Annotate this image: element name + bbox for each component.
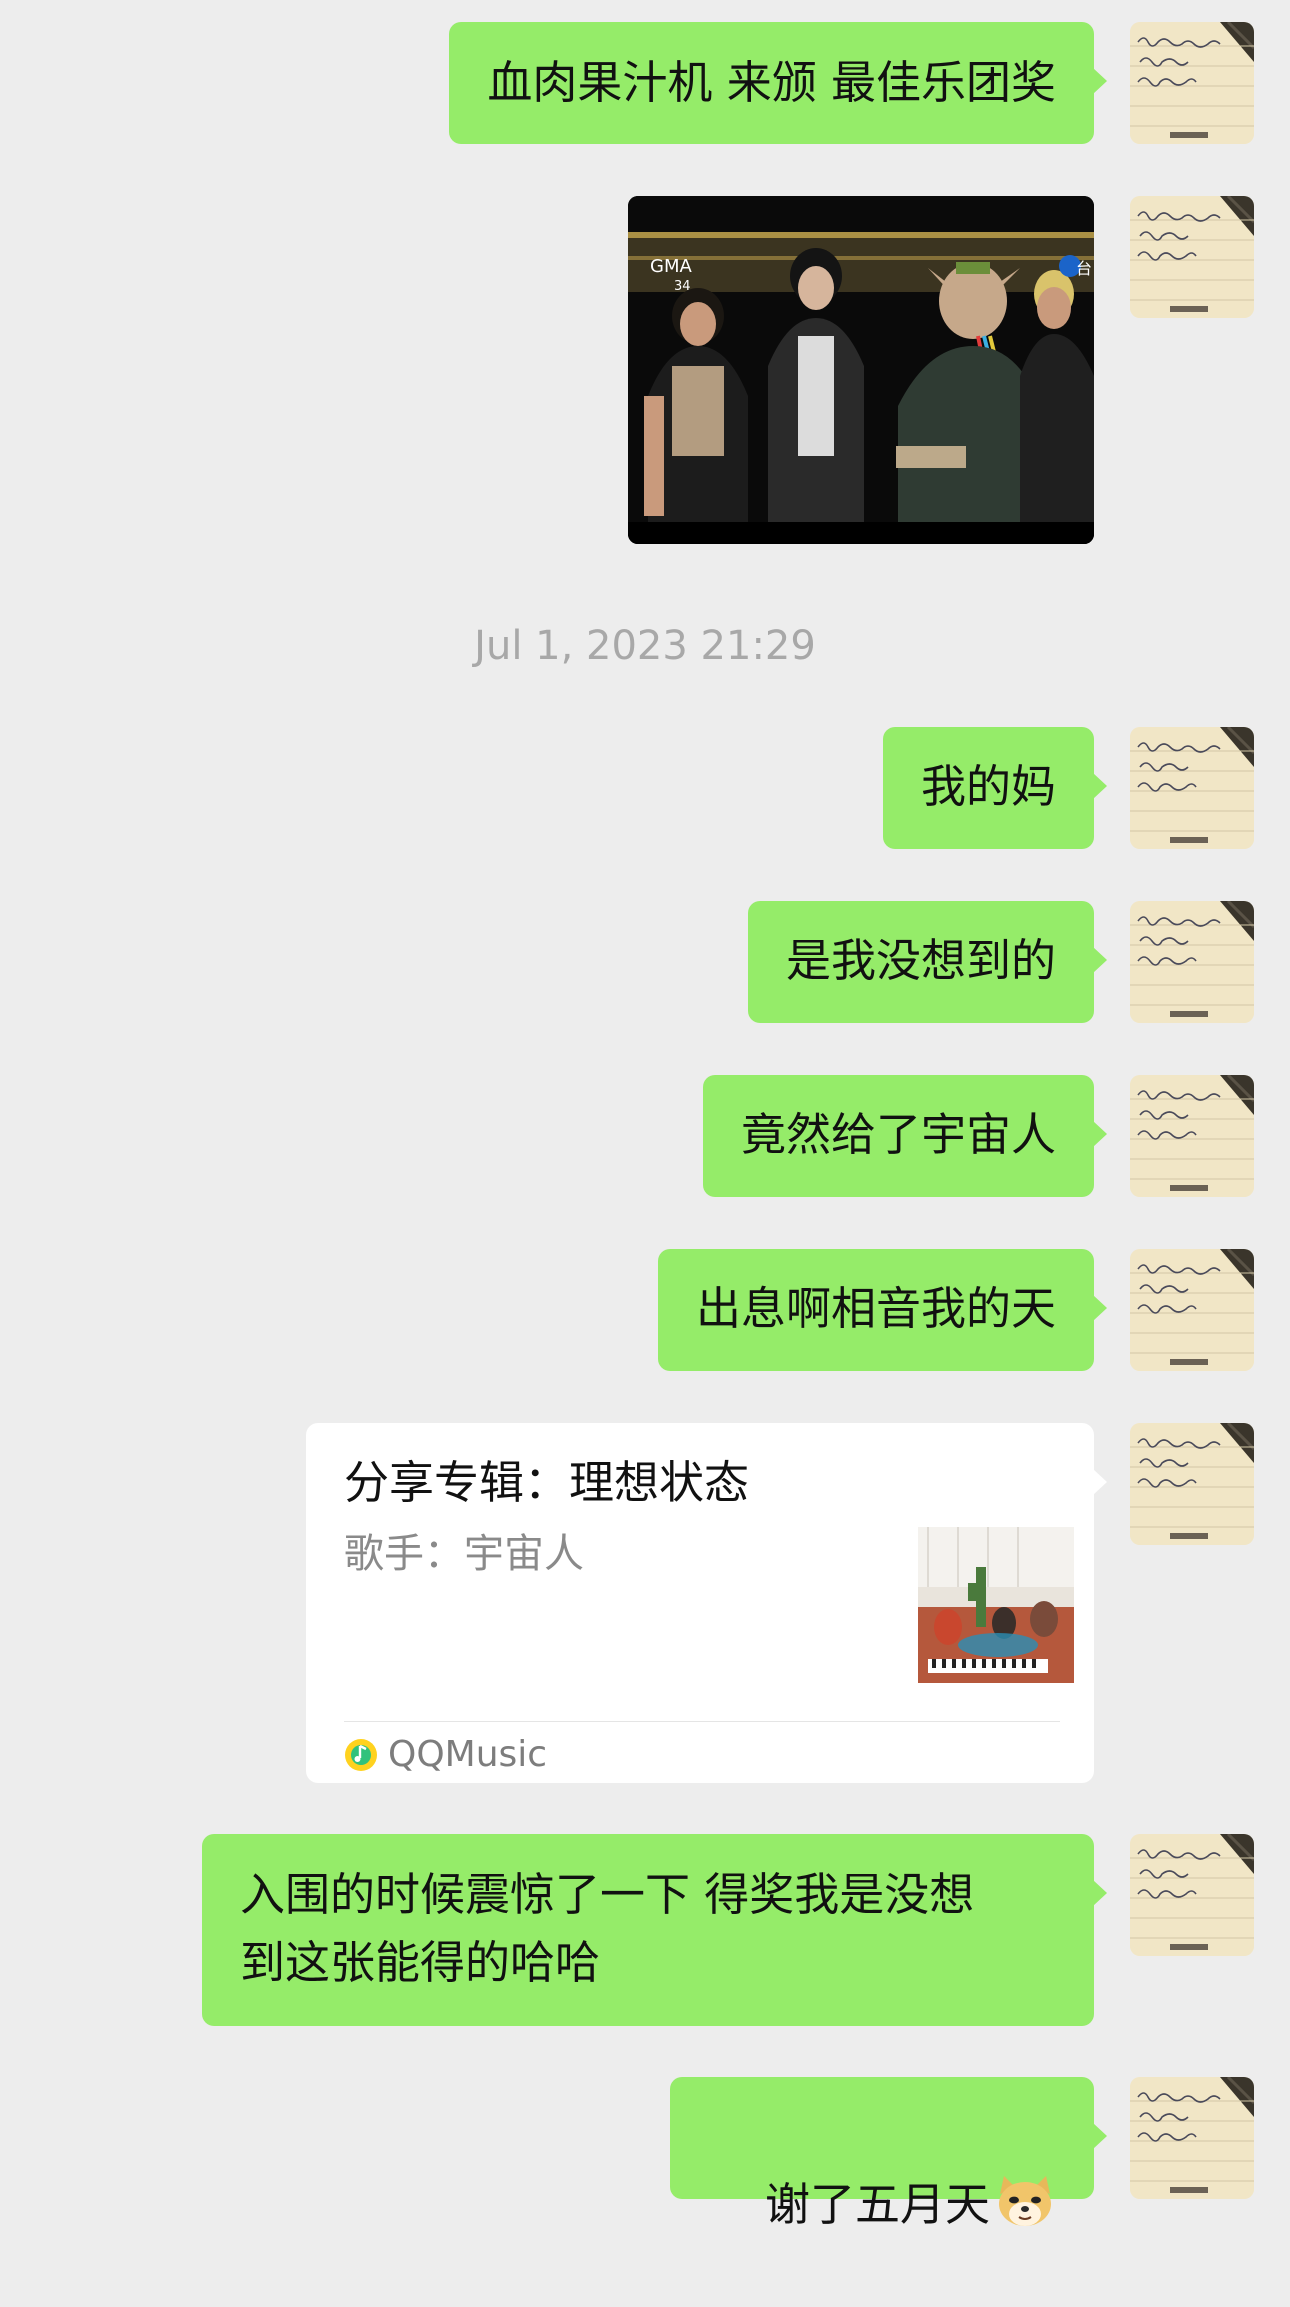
avatar[interactable]	[1130, 22, 1254, 144]
message-bubble[interactable]: 竟然给了宇宙人	[702, 1075, 1108, 1197]
avatar[interactable]	[1130, 1834, 1254, 1956]
avatar[interactable]	[1130, 1075, 1254, 1197]
image-message[interactable]: GMA 34 台	[628, 196, 1094, 544]
message-bubble[interactable]: 我的妈	[882, 727, 1108, 849]
music-share-card[interactable]: 分享专辑：理想状态 歌手：宇宙人 QQMusic	[306, 1423, 1107, 1783]
svg-text:34: 34	[674, 279, 691, 294]
timestamp: Jul 1, 2023 21:29	[474, 623, 816, 669]
avatar[interactable]	[1130, 196, 1254, 318]
avatar[interactable]	[1130, 1423, 1254, 1545]
message-bubble[interactable]: 出息啊相音我的天	[657, 1249, 1108, 1371]
card-artist: 歌手：宇宙人	[344, 1531, 584, 1577]
message-bubble[interactable]: 是我没想到的	[747, 901, 1108, 1023]
qqmusic-icon	[345, 1739, 377, 1771]
gma-logo: GMA	[650, 256, 692, 277]
avatar[interactable]	[1130, 727, 1254, 849]
divider	[344, 1721, 1060, 1722]
message-bubble[interactable]: 血肉果汁机 来颁 最佳乐团奖	[449, 22, 1107, 144]
svg-text:台: 台	[1076, 259, 1092, 278]
message-bubble[interactable]: 入围的时候震惊了一下 得奖我是没想 到这张能得的哈哈	[202, 1834, 1107, 2026]
album-cover	[918, 1527, 1074, 1683]
avatar[interactable]	[1130, 1249, 1254, 1371]
card-title: 分享专辑：理想状态	[344, 1456, 750, 1509]
doge-emoji-icon	[999, 2176, 1051, 2226]
message-bubble[interactable]: 谢了五月天	[669, 2077, 1108, 2231]
avatar[interactable]	[1130, 2077, 1254, 2199]
avatar[interactable]	[1130, 901, 1254, 1023]
card-source: QQMusic	[344, 1735, 547, 1775]
